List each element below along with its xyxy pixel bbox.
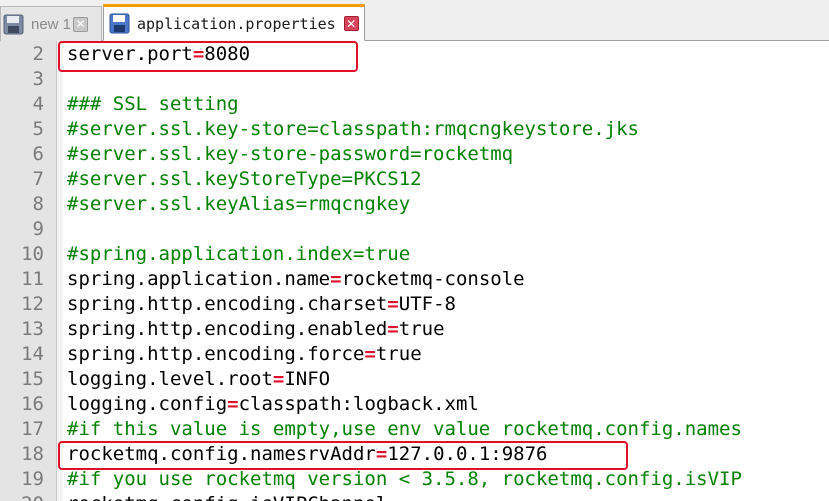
code-line[interactable]: 10 #spring.application.index=true: [0, 242, 829, 267]
equals-operator: =: [227, 393, 239, 415]
property-key: rocketmq.config.isVIPChannel: [67, 493, 387, 501]
line-text: #server.ssl.keyStoreType=PKCS12: [67, 167, 422, 192]
comment-text: #spring.application.index=true: [67, 243, 411, 265]
property-key: server.port: [67, 43, 193, 65]
property-value: INFO: [284, 368, 331, 390]
line-text: logging.config=classpath:logback.xml: [67, 392, 479, 417]
property-value: true: [398, 318, 445, 340]
comment-text: #if you use rocketmq version < 3.5.8, ro…: [67, 468, 742, 490]
line-number: 9: [32, 218, 44, 240]
property-key: rocketmq.config.namesrvAddr: [67, 443, 376, 465]
line-text: rocketmq.config.namesrvAddr=127.0.0.1:98…: [67, 442, 547, 467]
line-text: rocketmq.config.isVIPChannel: [67, 492, 387, 501]
line-text: #if this value is empty,use env value ro…: [67, 417, 742, 442]
line-text: #spring.application.index=true: [67, 242, 410, 267]
line-text: spring.http.encoding.charset=UTF-8: [67, 292, 456, 317]
code-line[interactable]: 2 server.port=8080: [0, 42, 829, 67]
equals-operator: =: [387, 293, 399, 315]
line-number: 10: [21, 243, 44, 265]
close-tab-button[interactable]: ✕: [73, 16, 89, 32]
code-line[interactable]: 18 rocketmq.config.namesrvAddr=127.0.0.1:…: [0, 442, 829, 467]
line-number: 19: [21, 468, 44, 490]
line-number: 16: [21, 393, 44, 415]
property-value: true: [375, 343, 422, 365]
property-key: spring.application.name: [67, 268, 331, 290]
tab-application-properties[interactable]: application.properties ✕: [103, 4, 365, 41]
code-line[interactable]: 19 #if you use rocketmq version < 3.5.8, …: [0, 467, 829, 492]
line-text: #if you use rocketmq version < 3.5.8, ro…: [67, 467, 742, 492]
line-number: 17: [21, 418, 44, 440]
property-value: 127.0.0.1:9876: [387, 443, 548, 465]
line-number: 2: [32, 43, 44, 65]
line-number: 20: [0, 492, 44, 501]
code-line[interactable]: 5 #server.ssl.key-store=classpath:rmqcngk…: [0, 117, 829, 142]
comment-text: ### SSL setting: [67, 93, 239, 115]
line-text: #server.ssl.key-store-password=rocketmq: [67, 142, 513, 167]
line-number: 7: [32, 168, 44, 190]
property-value: rocketmq-console: [341, 268, 525, 290]
code-editor[interactable]: 2 server.port=8080 3 4 ### SSL setting 5 #serv…: [0, 41, 829, 501]
line-number: 13: [21, 318, 44, 340]
equals-operator: =: [272, 368, 285, 390]
code-line[interactable]: 9: [0, 217, 829, 242]
line-number: 14: [21, 343, 44, 365]
comment-text: #server.ssl.key-store-password=rocketmq: [67, 143, 514, 165]
equals-operator: =: [364, 343, 376, 365]
comment-text: #if this value is empty,use env value ro…: [67, 418, 742, 440]
property-key: spring.http.encoding.charset: [67, 293, 388, 315]
property-key: logging.config: [67, 393, 228, 415]
code-line[interactable]: 11 spring.application.name=rocketmq-conso…: [0, 267, 829, 292]
line-text: spring.http.encoding.force=true: [67, 342, 422, 367]
line-text: server.port=8080: [67, 42, 250, 67]
close-tab-button[interactable]: ✕: [343, 16, 359, 31]
tab-label: application.properties: [137, 14, 336, 33]
code-line[interactable]: 14 spring.http.encoding.force=true: [0, 342, 829, 367]
code-line[interactable]: 3: [0, 67, 829, 92]
comment-text: #server.ssl.key-store=classpath:rmqcngke…: [67, 118, 639, 140]
property-value: UTF-8: [398, 293, 456, 315]
code-line[interactable]: 4 ### SSL setting: [0, 92, 829, 117]
line-number: 15: [21, 368, 44, 390]
equals-operator: =: [375, 443, 388, 465]
tab-label: new 1: [31, 15, 72, 33]
property-key: spring.http.encoding.force: [67, 343, 365, 365]
line-text: #server.ssl.keyAlias=rmqcngkey: [67, 192, 410, 217]
save-icon: [109, 13, 130, 34]
property-value: 8080: [204, 43, 251, 65]
property-key: logging.level.root: [67, 368, 273, 390]
line-text: ### SSL setting: [67, 92, 239, 117]
line-number: 18: [21, 443, 44, 465]
code-line[interactable]: 12 spring.http.encoding.charset=UTF-8: [0, 292, 829, 317]
line-number: 3: [32, 68, 44, 90]
equals-operator: =: [387, 318, 399, 340]
code-line[interactable]: 8 #server.ssl.keyAlias=rmqcngkey: [0, 192, 829, 217]
equals-operator: =: [330, 268, 342, 290]
line-number: 11: [21, 268, 44, 290]
line-number: 6: [32, 143, 44, 165]
property-value: classpath:logback.xml: [238, 393, 479, 415]
line-number: 8: [32, 193, 44, 215]
code-line[interactable]: 16 logging.config=classpath:logback.xml: [0, 392, 829, 417]
code-line[interactable]: 13 spring.http.encoding.enabled=true: [0, 317, 829, 342]
line-text: logging.level.root=INFO: [67, 367, 330, 392]
code-line[interactable]: 17 #if this value is empty,use env value …: [0, 417, 829, 442]
comment-text: #server.ssl.keyAlias=rmqcngkey: [67, 193, 411, 215]
line-text: spring.http.encoding.enabled=true: [67, 317, 445, 342]
line-text: spring.application.name=rocketmq-console: [67, 267, 525, 292]
save-icon: [3, 14, 24, 34]
line-text: #server.ssl.key-store=classpath:rmqcngke…: [67, 117, 639, 142]
line-number: 5: [32, 118, 44, 140]
code-line[interactable]: 6 #server.ssl.key-store-password=rocketmq: [0, 142, 829, 167]
code-line[interactable]: 20 rocketmq.config.isVIPChannel: [0, 492, 829, 501]
tab-bar: new 1 ✕ application.properties ✕: [0, 0, 829, 41]
property-key: spring.http.encoding.enabled: [67, 318, 388, 340]
line-number: 12: [21, 293, 44, 315]
code-line[interactable]: 15 logging.level.root=INFO: [0, 367, 829, 392]
comment-text: #server.ssl.keyStoreType=PKCS12: [67, 168, 422, 190]
tab-new-1[interactable]: new 1 ✕: [0, 6, 102, 41]
line-number: 4: [32, 93, 44, 115]
code-line[interactable]: 7 #server.ssl.keyStoreType=PKCS12: [0, 167, 829, 192]
equals-operator: =: [192, 43, 205, 65]
